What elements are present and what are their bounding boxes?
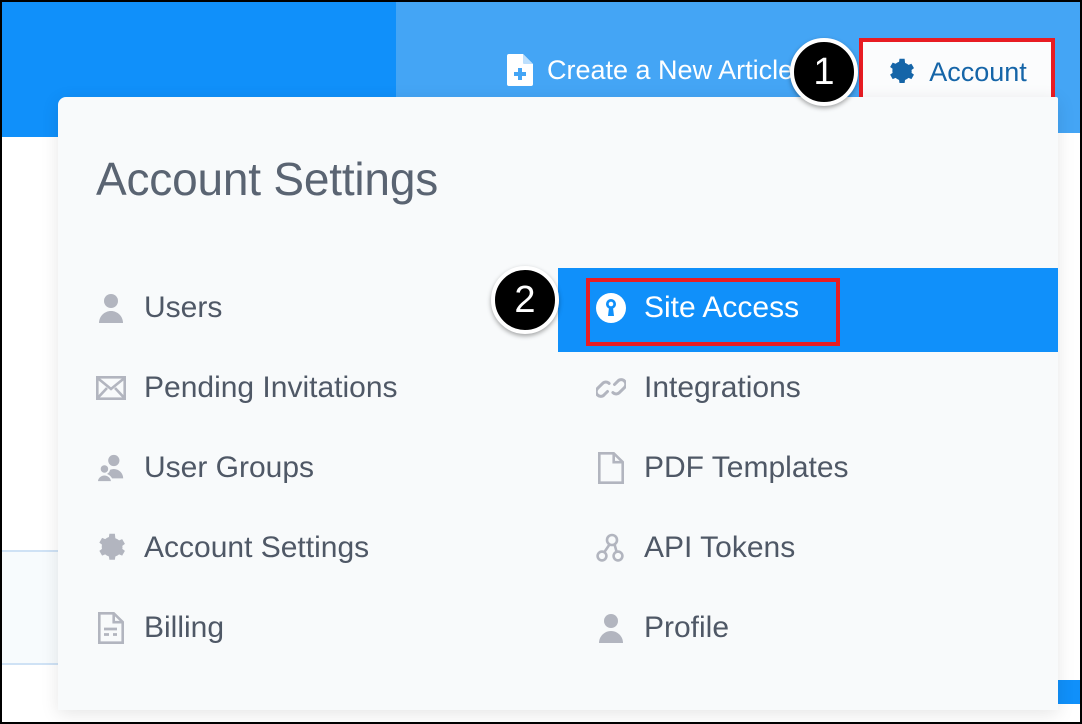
menu-item-user-groups[interactable]: User Groups xyxy=(58,428,558,508)
lock-icon xyxy=(596,292,626,324)
menu-item-account-settings[interactable]: Account Settings xyxy=(58,508,558,588)
menu-item-label: Billing xyxy=(144,611,225,644)
menu-item-integrations[interactable]: Integrations xyxy=(558,348,1058,428)
menu-item-label: Users xyxy=(144,291,223,324)
menu-item-users[interactable]: Users xyxy=(58,268,558,348)
menu-row: Pending Invitations Integrations xyxy=(58,348,1058,428)
menu-item-label: Integrations xyxy=(644,371,801,404)
file-icon xyxy=(596,452,626,484)
account-settings-panel: Account Settings Users Site Access Pendi… xyxy=(58,97,1058,710)
gear-icon xyxy=(96,532,126,564)
step-badge-number: 1 xyxy=(813,50,835,93)
menu-item-billing[interactable]: Billing xyxy=(58,588,558,668)
menu-row: Account Settings API Tokens xyxy=(58,508,1058,588)
account-settings-menu: Users Site Access Pending Invitations In… xyxy=(58,268,1058,668)
step-badge-1: 1 xyxy=(790,38,858,106)
user-icon xyxy=(96,292,126,324)
menu-item-label: Account Settings xyxy=(144,531,370,564)
menu-item-site-access[interactable]: Site Access xyxy=(558,268,1058,348)
menu-item-label: Site Access xyxy=(644,291,800,324)
users-group-icon xyxy=(96,452,126,484)
account-label: Account xyxy=(929,56,1027,87)
menu-row: User Groups PDF Templates xyxy=(58,428,1058,508)
menu-item-api-tokens[interactable]: API Tokens xyxy=(558,508,1058,588)
menu-item-pending-invitations[interactable]: Pending Invitations xyxy=(58,348,558,428)
menu-row: Billing Profile xyxy=(58,588,1058,668)
gear-icon xyxy=(887,58,915,86)
menu-item-label: API Tokens xyxy=(644,531,796,564)
envelope-icon xyxy=(96,372,126,404)
screenshot-root: Create a New Article Account Account Set… xyxy=(0,0,1082,724)
account-button[interactable]: Account xyxy=(859,38,1055,106)
menu-item-pdf-templates[interactable]: PDF Templates xyxy=(558,428,1058,508)
invoice-icon xyxy=(96,612,126,644)
create-article-button[interactable]: Create a New Article xyxy=(507,54,793,86)
user-icon xyxy=(596,612,626,644)
menu-item-label: Pending Invitations xyxy=(144,371,398,404)
menu-item-label: Profile xyxy=(644,611,730,644)
background-blue-strip xyxy=(1058,680,1080,704)
background-content-band xyxy=(2,550,62,665)
link-icon xyxy=(596,372,626,404)
menu-item-label: User Groups xyxy=(144,451,315,484)
step-badge-2: 2 xyxy=(491,266,559,334)
document-plus-icon xyxy=(507,54,533,86)
menu-item-profile[interactable]: Profile xyxy=(558,588,1058,668)
create-article-label: Create a New Article xyxy=(547,54,794,85)
step-badge-number: 2 xyxy=(514,278,536,321)
api-nodes-icon xyxy=(596,532,626,564)
menu-item-label: PDF Templates xyxy=(644,451,849,484)
page-title: Account Settings xyxy=(96,153,439,205)
